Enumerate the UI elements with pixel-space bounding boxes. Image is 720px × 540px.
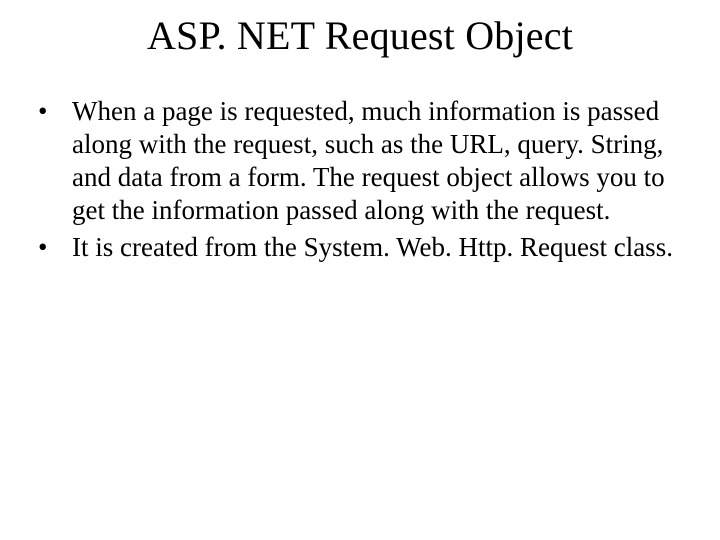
slide-title: ASP. NET Request Object (0, 12, 720, 59)
bullet-item: When a page is requested, much informati… (38, 95, 678, 227)
slide: ASP. NET Request Object When a page is r… (0, 12, 720, 540)
bullet-item: It is created from the System. Web. Http… (38, 231, 678, 264)
bullet-list: When a page is requested, much informati… (0, 95, 720, 264)
